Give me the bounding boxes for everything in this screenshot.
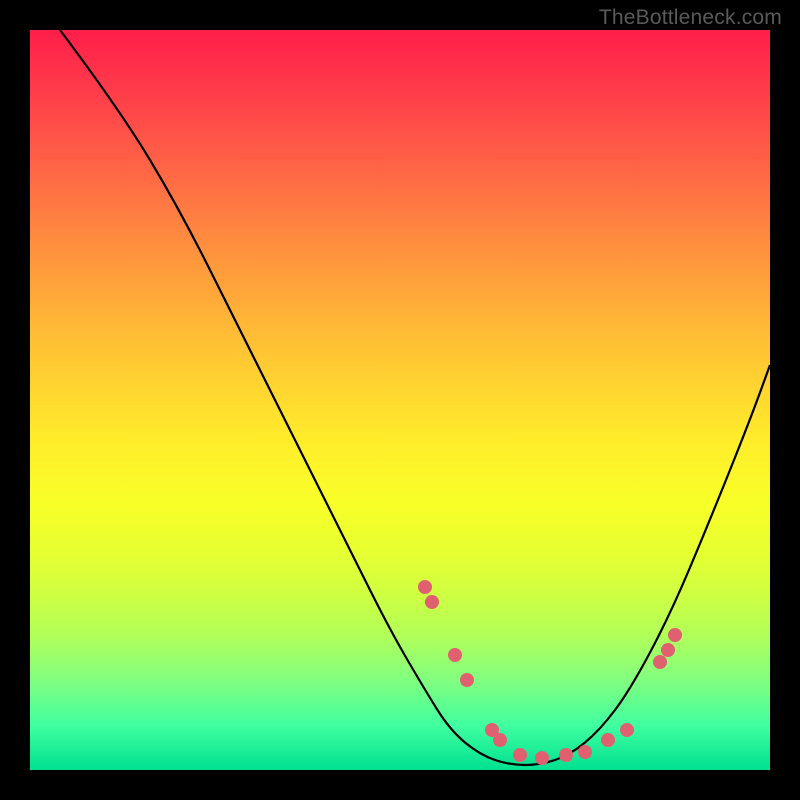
chart-frame: TheBottleneck.com [0,0,800,800]
curve-marker [535,751,549,765]
curve-marker [620,723,634,737]
curve-marker [460,673,474,687]
curve-marker [448,648,462,662]
curve-marker [668,628,682,642]
curve-marker [653,655,667,669]
curve-marker [578,745,592,759]
curve-marker [493,733,507,747]
curve-marker [418,580,432,594]
watermark-text: TheBottleneck.com [599,6,782,30]
curve-marker [559,748,573,762]
curve-marker [425,595,439,609]
bottleneck-chart [30,30,770,770]
curve-marker [513,748,527,762]
curve-marker [661,643,675,657]
curve-marker [601,733,615,747]
